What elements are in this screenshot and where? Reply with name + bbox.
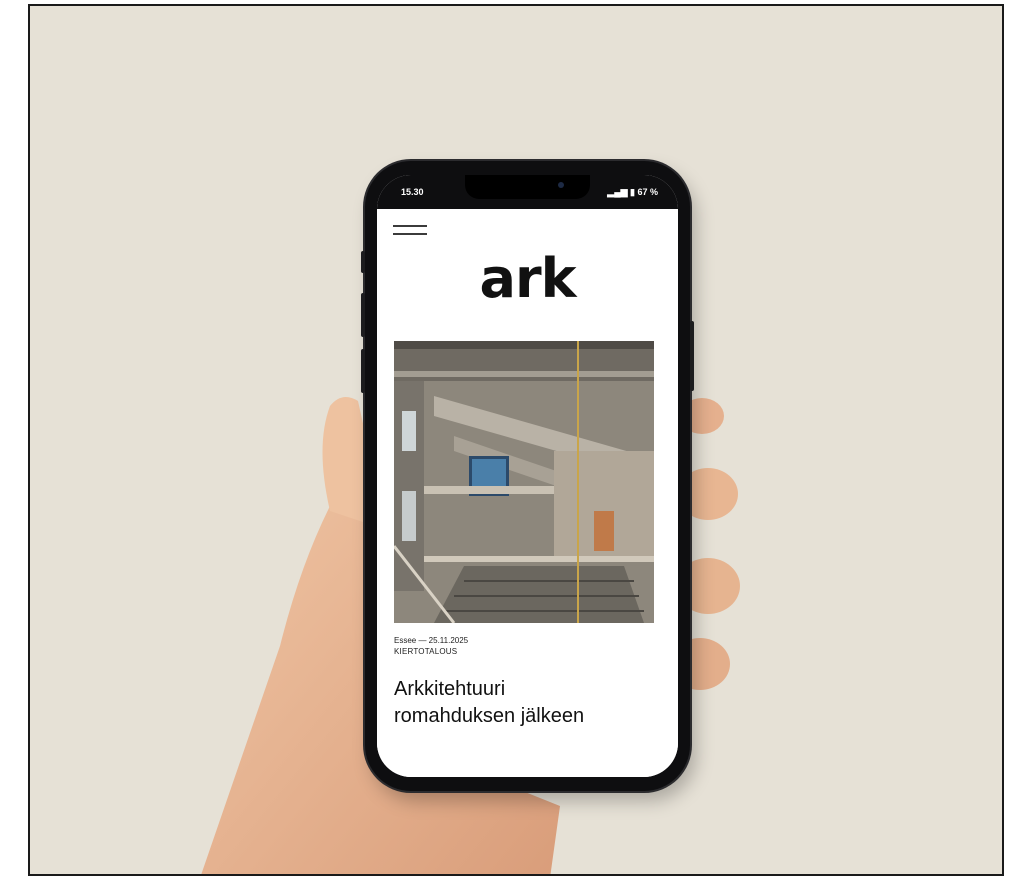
mute-switch <box>361 251 365 273</box>
status-time: 15.30 <box>401 187 424 197</box>
article-hero-image[interactable] <box>394 341 654 623</box>
power-button <box>690 321 694 391</box>
article-headline[interactable]: Arkkitehtuuri romahduksen jälkeen <box>394 676 664 730</box>
web-page: ark Essee — 25.11.2025 KIERTOTALOUS Arkk… <box>377 209 678 777</box>
signal-icon: ▂▄▆ <box>607 187 631 197</box>
status-indicators: ▂▄▆ ▮ 67 % <box>607 187 658 198</box>
front-camera <box>558 182 564 188</box>
notch <box>465 175 590 199</box>
article-category[interactable]: KIERTOTALOUS <box>394 646 468 657</box>
phone-screen: 15.30 ▂▄▆ ▮ 67 % ark Essee — 25.11.2025 … <box>377 175 678 777</box>
status-bar: 15.30 ▂▄▆ ▮ 67 % <box>377 175 678 209</box>
menu-line <box>393 233 427 235</box>
menu-line <box>393 225 427 227</box>
headline-line-2: romahduksen jälkeen <box>394 705 585 727</box>
article-type-date: Essee — 25.11.2025 <box>394 636 469 645</box>
photo-frame: 15.30 ▂▄▆ ▮ 67 % ark Essee — 25.11.2025 … <box>28 4 1004 876</box>
smartphone: 15.30 ▂▄▆ ▮ 67 % ark Essee — 25.11.2025 … <box>361 161 694 791</box>
article-meta: Essee — 25.11.2025 KIERTOTALOUS <box>394 635 468 657</box>
battery-icon: ▮ <box>630 187 635 197</box>
site-logo[interactable]: ark <box>377 247 678 310</box>
volume-down-button <box>361 349 365 393</box>
battery-level: 67 % <box>637 187 658 197</box>
volume-up-button <box>361 293 365 337</box>
hamburger-menu-icon[interactable] <box>393 223 427 237</box>
headline-line-1: Arkkitehtuuri <box>394 678 506 700</box>
